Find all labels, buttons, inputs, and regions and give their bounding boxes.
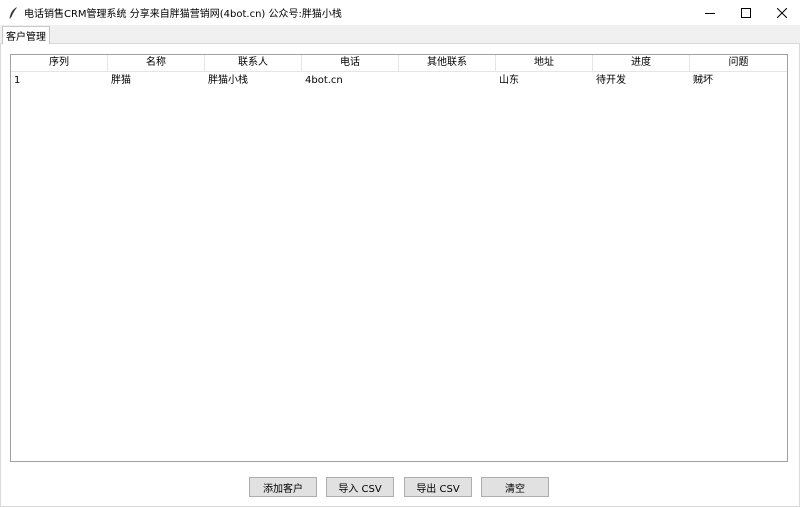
column-header-contact[interactable]: 联系人 [205,55,302,71]
column-header-index[interactable]: 序列 [11,55,108,71]
clear-button[interactable]: 清空 [481,477,549,497]
export-csv-button[interactable]: 导出 CSV [404,477,472,497]
tab-customer-management[interactable]: 客户管理 [2,26,50,44]
minimize-icon [705,12,715,14]
import-csv-button[interactable]: 导入 CSV [326,477,394,497]
maximize-icon [741,7,751,18]
add-customer-button[interactable]: 添加客户 [249,477,317,497]
feather-icon [4,0,22,25]
column-header-address[interactable]: 地址 [496,55,593,71]
maximize-button[interactable] [728,0,764,25]
column-header-progress[interactable]: 进度 [593,55,690,71]
button-bar: 添加客户 导入 CSV 导出 CSV 清空 [0,477,800,497]
column-header-phone[interactable]: 电话 [302,55,399,71]
cell-issue: 贼坏 [693,75,713,86]
minimize-button[interactable] [692,0,728,25]
title-bar[interactable]: 电话销售CRM管理系统 分享来自胖猫营销网(4bot.cn) 公众号:胖猫小栈 [0,0,800,25]
customer-table[interactable]: 序列 名称 联系人 电话 其他联系 地址 进度 问题 1 胖猫 胖猫小栈 4bo… [10,54,788,462]
table-row[interactable]: 1 胖猫 胖猫小栈 4bot.cn 山东 待开发 贼坏 [11,72,787,89]
close-button[interactable] [764,0,800,25]
cell-address: 山东 [499,75,519,86]
cell-index: 1 [14,75,21,86]
window-controls [692,0,800,25]
close-icon [777,7,787,18]
window-title: 电话销售CRM管理系统 分享来自胖猫营销网(4bot.cn) 公众号:胖猫小栈 [24,9,342,20]
table-header: 序列 名称 联系人 电话 其他联系 地址 进度 问题 [11,55,787,72]
cell-other-contact [399,72,496,89]
cell-progress: 待开发 [596,75,626,86]
cell-phone: 4bot.cn [305,75,343,86]
tab-bar: 客户管理 [0,25,800,44]
column-header-issue[interactable]: 问题 [690,55,787,71]
cell-name: 胖猫 [111,75,131,86]
cell-contact: 胖猫小栈 [208,75,248,86]
column-header-other-contact[interactable]: 其他联系 [399,55,496,71]
column-header-name[interactable]: 名称 [108,55,205,71]
